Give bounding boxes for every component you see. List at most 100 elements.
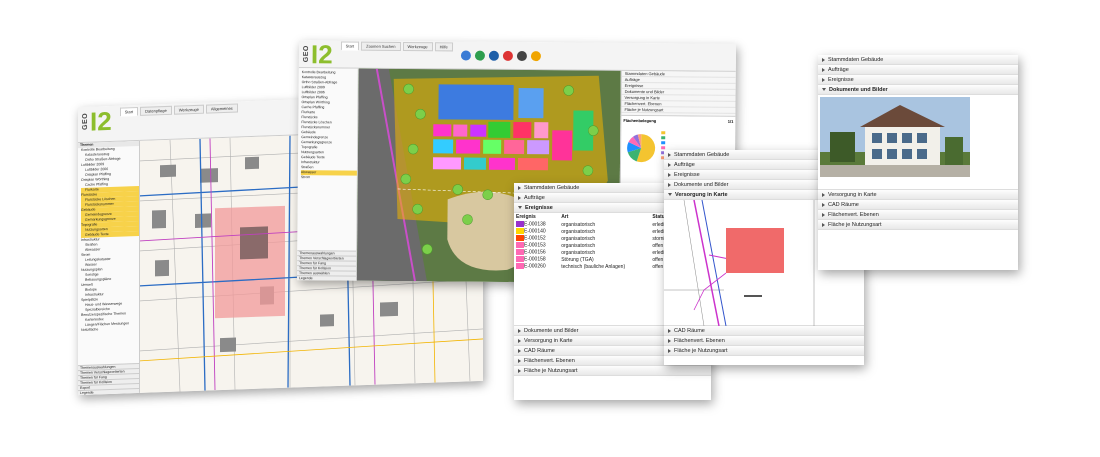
column-header[interactable]: Ereignis — [514, 213, 559, 221]
accordion-label: Versorgung in Karte — [524, 338, 573, 344]
column-header[interactable]: Art — [559, 213, 650, 221]
chevron-right-icon — [518, 185, 521, 190]
chevron-down-icon — [518, 206, 522, 210]
accordion-cad-räume[interactable]: CAD Räume — [664, 326, 864, 336]
measure-icon[interactable] — [530, 51, 541, 62]
event-id-cell: E-000152 — [514, 235, 559, 242]
event-id: E-000152 — [524, 235, 546, 242]
gis-ribbon: GEO I2 Start Zoomen Suchen Werkzeuge Hilfe — [298, 40, 737, 72]
right-panel-item[interactable]: Fläche je Nutzungsart — [621, 106, 736, 114]
accordion-label: Aufträge — [674, 162, 695, 168]
accordion-fläche-je-nutzungsart[interactable]: Fläche je Nutzungsart — [818, 220, 1018, 230]
legend-swatch — [661, 136, 666, 140]
status-color-swatch — [516, 221, 524, 228]
status-color-swatch — [516, 249, 524, 256]
accordion-cad-räume[interactable]: CAD Räume — [818, 200, 1018, 210]
event-art: organisatorisch — [561, 235, 596, 242]
accordion-label: Fläche je Nutzungsart — [828, 222, 882, 228]
accordion-versorgung-in-karte[interactable]: Versorgung in Karte — [818, 190, 1018, 200]
accordion-label: Dokumente und Bilder — [674, 182, 729, 188]
tree-item[interactable]: Notizfläche — [81, 326, 139, 333]
sidebar-section[interactable]: Legende — [296, 275, 357, 281]
geoi2-logo: GEO I2 — [82, 105, 112, 137]
zoom-icon[interactable] — [488, 50, 499, 61]
accordion-label: Aufträge — [524, 195, 545, 201]
event-art: organisatorisch — [561, 228, 596, 235]
status-color-swatch — [516, 263, 524, 270]
chevron-right-icon — [668, 172, 671, 177]
event-id-cell: E-000140 — [514, 228, 559, 235]
chevron-right-icon — [518, 368, 521, 373]
accordion-ereignisse[interactable]: Ereignisse — [818, 75, 1018, 85]
chevron-right-icon — [518, 358, 521, 363]
building-photo[interactable] — [820, 97, 970, 177]
accordion-label: CAD Räume — [674, 328, 705, 334]
accordion-fläche-je-nutzungsart[interactable]: Fläche je Nutzungsart — [664, 346, 864, 356]
building-photo-container — [818, 95, 1018, 190]
tab-werkzeuge[interactable]: Werkzeuge — [173, 104, 204, 115]
accordion-label: Ereignisse — [828, 77, 854, 83]
tab-werkzeuge[interactable]: Werkzeuge — [402, 42, 433, 52]
marker-icon[interactable] — [502, 50, 513, 61]
tab-hilfe[interactable]: Hilfe — [434, 42, 453, 52]
accordion-label: Fläche je Nutzungsart — [524, 368, 578, 374]
cad-sidebar: Themen Kontrolle Bearbeitung Katasterausz… — [78, 140, 140, 396]
chevron-right-icon — [822, 67, 825, 72]
tab-zoomen-suchen[interactable]: Zoomen Suchen — [361, 41, 401, 51]
layer-icon[interactable] — [474, 50, 485, 61]
accordion-flächenvert-ebenen[interactable]: Flächenvert. Ebenen — [818, 210, 1018, 220]
legend-swatch — [661, 146, 666, 150]
accordion-flächenvert-ebenen[interactable]: Flächenvert. Ebenen — [664, 336, 864, 346]
tree-item[interactable]: Strom — [301, 175, 357, 180]
accordion-label: Stammdaten Gebäude — [674, 152, 730, 158]
accordion-aufträge[interactable]: Aufträge — [818, 65, 1018, 75]
accordion-label: Stammdaten Gebäude — [828, 57, 884, 63]
event-art: technisch (bauliche Anlagen) — [561, 263, 626, 270]
tab-start[interactable]: Start — [119, 106, 139, 117]
gis-right-panel: Stammdaten Gebäude Aufträge Ereignisse Doku… — [620, 70, 736, 117]
event-art: organisatorisch — [561, 242, 596, 249]
event-id-cell: E-000260 — [514, 263, 559, 270]
event-art: Störung (TGA) — [561, 256, 594, 263]
status-color-swatch — [516, 235, 524, 242]
event-id-cell: E-000158 — [514, 256, 559, 263]
accordion-label: Fläche je Nutzungsart — [674, 348, 728, 354]
event-id-cell: E-000156 — [514, 249, 559, 256]
status-color-swatch — [516, 256, 524, 263]
geoi2-logo: GEO I2 — [302, 40, 333, 70]
highlighted-parcel — [215, 205, 285, 319]
chevron-right-icon — [668, 182, 671, 187]
chevron-right-icon — [518, 338, 521, 343]
chevron-right-icon — [668, 338, 671, 343]
accordion-label: Stammdaten Gebäude — [524, 185, 580, 191]
event-id: E-000140 — [524, 228, 546, 235]
pie-pager[interactable]: 1/1 — [728, 119, 734, 124]
print-icon[interactable] — [516, 50, 527, 62]
chevron-right-icon — [518, 195, 521, 200]
chevron-right-icon — [822, 202, 825, 207]
tab-allgemeines[interactable]: Allgemeines — [205, 103, 238, 114]
accordion-label: Flächenvert. Ebenen — [524, 358, 575, 364]
event-id-cell: E-000138 — [514, 221, 559, 228]
event-id: E-000156 — [524, 249, 546, 256]
event-art: organisatorisch — [561, 249, 596, 256]
chevron-right-icon — [822, 212, 825, 217]
accordion-label: Ereignisse — [674, 172, 700, 178]
gis-tabs: Start Zoomen Suchen Werkzeuge Hilfe — [340, 41, 453, 52]
chevron-right-icon — [668, 152, 671, 157]
chevron-right-icon — [518, 348, 521, 353]
photo-window: Stammdaten Gebäude Aufträge Ereignisse Dok… — [818, 55, 1018, 270]
globe-icon[interactable] — [460, 50, 471, 61]
chevron-right-icon — [668, 348, 671, 353]
chevron-right-icon — [822, 192, 825, 197]
tab-datenpflege[interactable]: Datenpflege — [140, 105, 172, 116]
accordion-label: Flächenvert. Ebenen — [674, 338, 725, 344]
accordion-dokumente[interactable]: Dokumente und Bilder — [818, 85, 1018, 95]
status-color-swatch — [516, 228, 524, 235]
tab-start[interactable]: Start — [340, 41, 360, 51]
accordion-fläche-je-nutzungsart[interactable]: Fläche je Nutzungsart — [514, 366, 711, 376]
legend-swatch — [661, 131, 666, 135]
event-id: E-000158 — [524, 256, 546, 263]
accordion-stammdaten-gebäude[interactable]: Stammdaten Gebäude — [818, 55, 1018, 65]
status-color-swatch — [516, 242, 524, 249]
